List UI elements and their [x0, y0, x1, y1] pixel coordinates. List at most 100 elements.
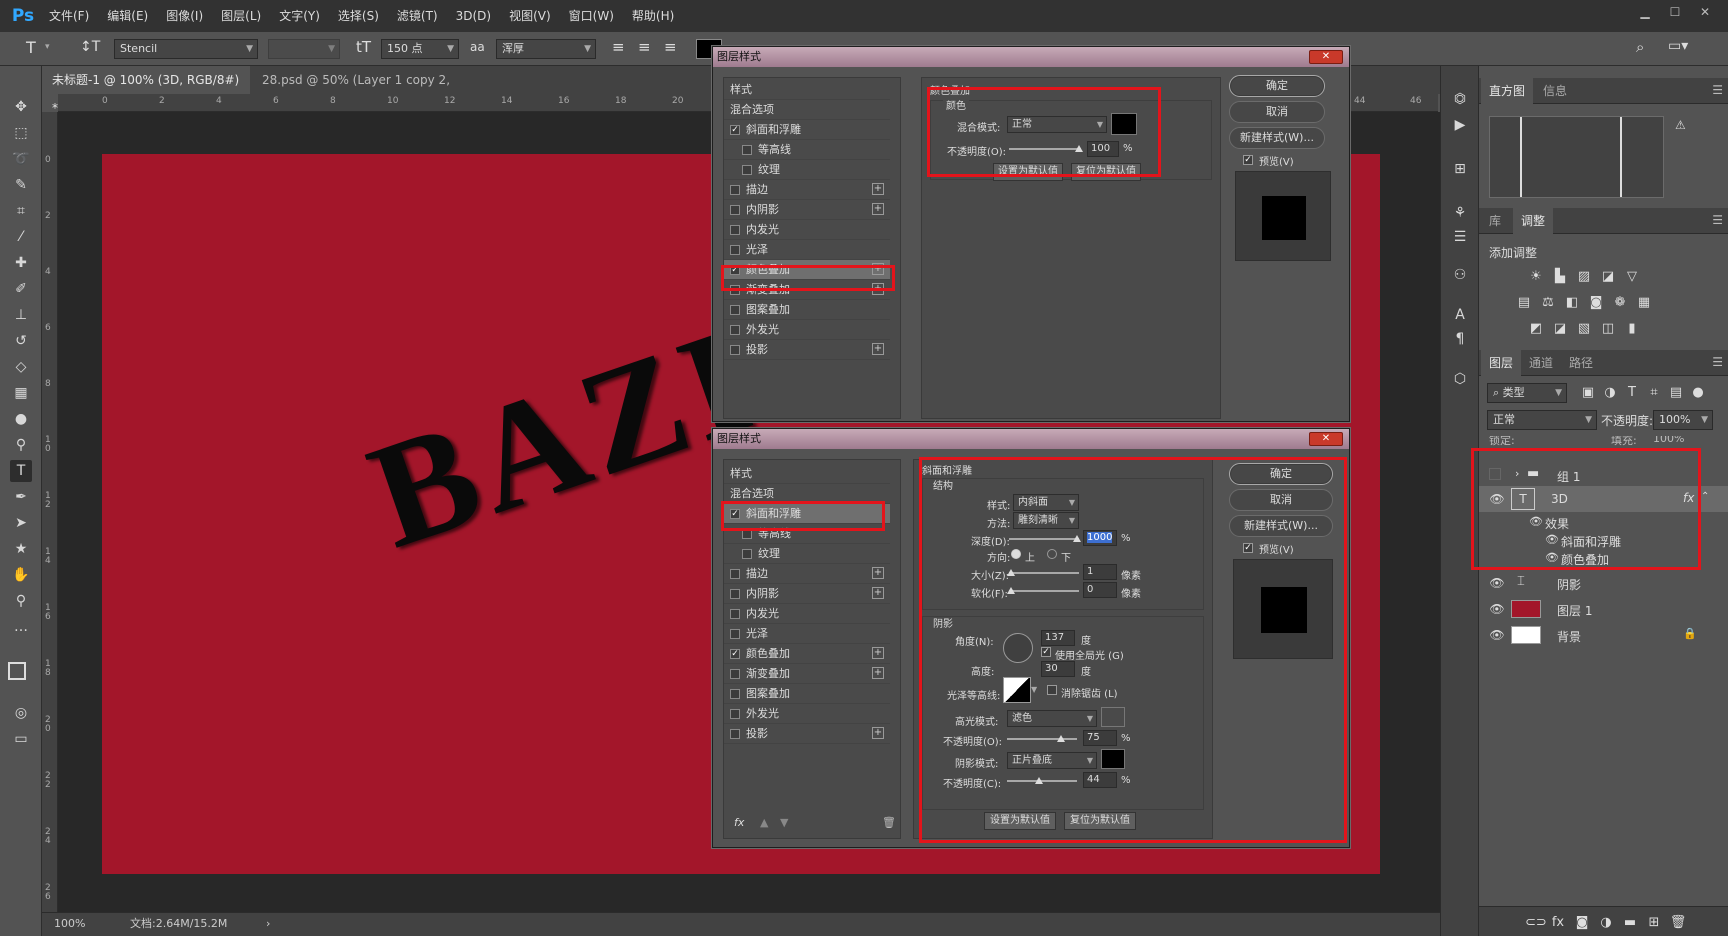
style-inner-glow[interactable]: 内发光 — [724, 220, 890, 240]
fx-icon[interactable]: fx — [734, 816, 744, 829]
style-satin[interactable]: 光泽 — [724, 624, 890, 644]
new-style-button[interactable]: 新建样式(W)... — [1229, 515, 1333, 537]
foreground-color-swatch[interactable] — [8, 662, 26, 680]
align-right-icon[interactable]: ≡ — [664, 38, 677, 56]
clone-source-icon[interactable]: ⚇ — [1449, 264, 1471, 286]
checkbox[interactable] — [730, 729, 740, 739]
eyedropper-icon[interactable]: ⁄ — [10, 226, 32, 248]
preview-checkbox[interactable]: ✓ — [1243, 543, 1253, 553]
add-icon[interactable]: + — [872, 667, 884, 679]
brush-settings-icon[interactable]: ⚘ — [1449, 202, 1471, 224]
style-drop-shadow[interactable]: 投影 + — [724, 724, 890, 744]
gradient-map-icon[interactable]: ▮ — [1623, 321, 1641, 337]
history-brush-icon[interactable]: ↺ — [10, 330, 32, 352]
checkbox[interactable] — [730, 609, 740, 619]
zoom-level[interactable]: 100% — [54, 913, 85, 935]
style-pattern-overlay[interactable]: 图案叠加 — [724, 684, 890, 704]
checkbox[interactable] — [730, 305, 740, 315]
chevron-right-icon[interactable]: › — [266, 913, 270, 935]
link-icon[interactable]: ⊂⊃ — [1525, 915, 1547, 931]
checkbox[interactable] — [742, 549, 752, 559]
gradient-icon[interactable]: ▦ — [10, 382, 32, 404]
checkbox[interactable] — [730, 709, 740, 719]
add-icon[interactable]: + — [872, 587, 884, 599]
tab-library[interactable]: 库 — [1481, 208, 1509, 234]
screen-mode-icon[interactable]: ▭ — [10, 728, 32, 750]
menu-layer[interactable]: 图层(L) — [212, 0, 270, 32]
style-stroke[interactable]: 描边 + — [724, 180, 890, 200]
bw-icon[interactable]: ◧ — [1563, 295, 1581, 311]
filter-type-icon[interactable]: T — [1623, 385, 1641, 401]
add-icon[interactable]: + — [872, 343, 884, 355]
filter-smart-icon[interactable]: ▤ — [1667, 385, 1685, 401]
style-gradient-overlay[interactable]: 渐变叠加 + — [724, 664, 890, 684]
fx-icon[interactable]: fx — [1549, 915, 1567, 931]
lock-icon[interactable]: 🔒 — [1683, 627, 1697, 640]
font-size-select[interactable]: 150 点 ▼ — [381, 39, 459, 59]
move-down-icon[interactable]: ▼ — [780, 816, 788, 829]
style-contour[interactable]: 等高线 — [724, 140, 890, 160]
photo-filter-icon[interactable]: ◙ — [1587, 295, 1605, 311]
healing-brush-icon[interactable]: ✚ — [10, 252, 32, 274]
menu-file[interactable]: 文件(F) — [40, 0, 98, 32]
folder-icon[interactable]: ▬ — [1621, 915, 1639, 931]
style-texture[interactable]: 纹理 — [724, 160, 890, 180]
align-center-icon[interactable]: ≡ — [638, 38, 651, 56]
eye-icon[interactable]: 👁 — [1489, 602, 1505, 616]
panel-menu-icon[interactable]: ☰ — [1712, 213, 1723, 227]
more-tools-icon[interactable]: … — [10, 616, 32, 638]
trash-icon[interactable]: 🗑 — [1669, 915, 1687, 931]
opacity-field[interactable]: 100% ▼ — [1653, 410, 1713, 430]
style-color-overlay[interactable]: ✓ 颜色叠加 + — [724, 644, 890, 664]
color-lookup-icon[interactable]: ▦ — [1635, 295, 1653, 311]
style-inner-shadow[interactable]: 内阴影 + — [724, 584, 890, 604]
checkbox[interactable] — [730, 245, 740, 255]
menu-select[interactable]: 选择(S) — [329, 0, 388, 32]
posterize-icon[interactable]: ◪ — [1551, 321, 1569, 337]
menu-edit[interactable]: 编辑(E) — [98, 0, 157, 32]
cancel-button[interactable]: 取消 — [1229, 101, 1325, 123]
panel-menu-icon[interactable]: ☰ — [1712, 355, 1723, 369]
menu-image[interactable]: 图像(I) — [157, 0, 212, 32]
checkbox[interactable] — [730, 205, 740, 215]
tab-adjustments[interactable]: 调整 — [1513, 208, 1554, 234]
layer-background[interactable]: 👁 背景 🔒 — [1479, 622, 1728, 648]
close-icon[interactable]: ✕ — [1690, 0, 1720, 24]
font-style-select[interactable]: ▼ — [268, 39, 340, 59]
text-tool-icon[interactable]: T — [26, 38, 36, 57]
checkbox[interactable] — [730, 589, 740, 599]
type-tool-icon[interactable]: T — [10, 460, 32, 482]
checkbox[interactable] — [730, 325, 740, 335]
checkbox[interactable] — [730, 669, 740, 679]
levels-icon[interactable]: ▙ — [1551, 269, 1569, 285]
eye-icon[interactable]: 👁 — [1489, 576, 1505, 590]
checkbox[interactable] — [730, 569, 740, 579]
filter-adjust-icon[interactable]: ◑ — [1601, 385, 1619, 401]
font-family-select[interactable]: Stencil ▼ — [114, 39, 258, 59]
close-button[interactable]: ✕ — [1309, 432, 1343, 446]
move-tool-icon[interactable]: ✥ — [10, 96, 32, 118]
checkbox[interactable] — [730, 629, 740, 639]
tab-document-2[interactable]: 28.psd @ 50% (Layer 1 copy 2, RGB/8) * ✕ — [252, 66, 482, 115]
chevron-up-icon[interactable]: ⌃ — [1701, 491, 1709, 502]
style-satin[interactable]: 光泽 — [724, 240, 890, 260]
tab-document-1[interactable]: 未标题-1 @ 100% (3D, RGB/8#) * ✕ — [42, 66, 250, 115]
adjust-sliders-icon[interactable]: ☰ — [1449, 226, 1471, 248]
adjustment-layer-icon[interactable]: ◑ — [1597, 915, 1615, 931]
menu-window[interactable]: 窗口(W) — [560, 0, 623, 32]
selective-color-icon[interactable]: ◫ — [1599, 321, 1617, 337]
style-stroke[interactable]: 描边 + — [724, 564, 890, 584]
style-inner-shadow[interactable]: 内阴影 + — [724, 200, 890, 220]
style-blending-options[interactable]: 混合选项 — [724, 100, 890, 120]
tab-info[interactable]: 信息 — [1535, 78, 1575, 104]
quick-mask-icon[interactable]: ◎ — [10, 702, 32, 724]
3d-cube-icon[interactable]: ⬡ — [1449, 368, 1471, 390]
pen-tool-icon[interactable]: ✒ — [10, 486, 32, 508]
filter-pixel-icon[interactable]: ▣ — [1579, 385, 1597, 401]
new-layer-icon[interactable]: ⊞ — [1645, 915, 1663, 931]
actions-play-icon[interactable]: ▶ — [1449, 114, 1471, 136]
layer-shadow[interactable]: 👁 ⌶ 阴影 — [1479, 570, 1728, 596]
maximize-icon[interactable]: ☐ — [1660, 0, 1690, 24]
paragraph-icon[interactable]: ¶ — [1449, 328, 1471, 350]
new-style-button[interactable]: 新建样式(W)... — [1229, 127, 1325, 149]
